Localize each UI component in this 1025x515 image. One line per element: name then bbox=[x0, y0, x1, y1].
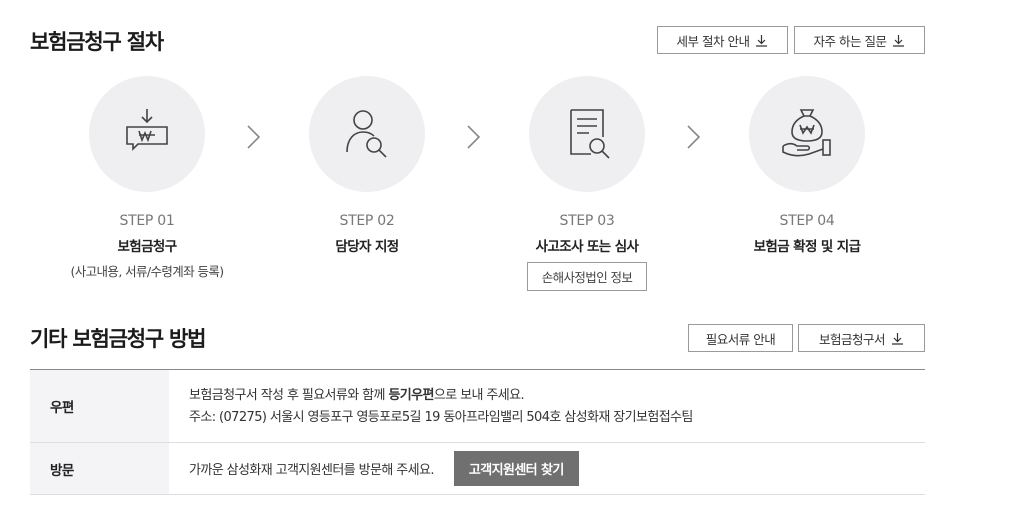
document-review-icon bbox=[570, 109, 610, 159]
adjuster-info-button[interactable]: 손해사정법인 정보 bbox=[526, 262, 648, 291]
claim-form-label: 보험금청구서 bbox=[818, 331, 886, 347]
step-1-circle bbox=[89, 76, 205, 192]
step-1-name: 보험금청구 bbox=[117, 239, 177, 255]
step-2-name: 담당자 지정 bbox=[335, 239, 399, 255]
step-3-number: STEP 03 bbox=[559, 213, 615, 229]
detail-procedure-label: 세부 절차 안내 bbox=[676, 33, 750, 49]
other-methods-table: 우편 보험금청구서 작성 후 필요서류와 함께 등기우편으로 보내 주세요. 주… bbox=[30, 369, 925, 495]
registered-mail-emphasis: 등기우편 bbox=[388, 388, 434, 403]
visit-instruction: 가까운 삼성화재 고객지원센터를 방문해 주세요. bbox=[189, 463, 434, 478]
step-3-circle bbox=[529, 76, 645, 192]
step-4-number: STEP 04 bbox=[779, 213, 835, 229]
step-2-circle bbox=[309, 76, 425, 192]
step-3-name: 사고조사 또는 심사 bbox=[535, 239, 639, 255]
step-4: STEP 04 보험금 확정 및 지급 bbox=[692, 76, 922, 255]
download-icon bbox=[892, 332, 903, 345]
mail-instruction-post: 으로 보내 주세요. bbox=[433, 388, 525, 403]
download-icon bbox=[893, 34, 905, 47]
step-2: STEP 02 담당자 지정 bbox=[252, 76, 482, 255]
step-2-number: STEP 02 bbox=[339, 213, 395, 229]
money-bag-hand-icon bbox=[782, 109, 831, 157]
mail-label: 우편 bbox=[30, 370, 169, 442]
required-docs-button[interactable]: 필요서류 안내 bbox=[688, 324, 793, 352]
visit-content: 가까운 삼성화재 고객지원센터를 방문해 주세요. 고객지원센터 찾기 bbox=[169, 443, 925, 494]
download-icon bbox=[756, 34, 768, 47]
procedure-title: 보험금청구 절차 bbox=[30, 30, 164, 54]
step-4-name: 보험금 확정 및 지급 bbox=[753, 239, 861, 255]
mail-instruction-pre: 보험금청구서 작성 후 필요서류와 함께 bbox=[189, 388, 389, 403]
step-1-description: (사고내용, 서류/수령계좌 등록) bbox=[70, 264, 224, 279]
visit-label: 방문 bbox=[30, 443, 169, 494]
claim-form-button[interactable]: 보험금청구서 bbox=[798, 324, 925, 352]
required-docs-label: 필요서류 안내 bbox=[705, 331, 776, 347]
mail-address: 주소: (07275) 서울시 영등포구 영등포로5길 19 동아프라임밸리 5… bbox=[189, 410, 693, 425]
table-row-visit: 방문 가까운 삼성화재 고객지원센터를 방문해 주세요. 고객지원센터 찾기 bbox=[30, 443, 925, 495]
step-3: STEP 03 사고조사 또는 심사 손해사정법인 정보 bbox=[472, 76, 702, 291]
faq-label: 자주 하는 질문 bbox=[813, 33, 887, 49]
detail-procedure-button[interactable]: 세부 절차 안내 bbox=[657, 26, 788, 54]
other-methods-title: 기타 보험금청구 방법 bbox=[30, 327, 207, 351]
step-1: STEP 01 보험금청구 (사고내용, 서류/수령계좌 등록) bbox=[32, 76, 262, 280]
faq-button[interactable]: 자주 하는 질문 bbox=[794, 26, 925, 54]
step-1-number: STEP 01 bbox=[119, 213, 175, 229]
mail-content: 보험금청구서 작성 후 필요서류와 함께 등기우편으로 보내 주세요. 주소: … bbox=[169, 370, 925, 442]
person-search-icon bbox=[346, 110, 387, 158]
mail-instruction: 보험금청구서 작성 후 필요서류와 함께 등기우편으로 보내 주세요. bbox=[189, 385, 925, 407]
money-transfer-icon bbox=[126, 109, 168, 151]
step-4-circle bbox=[749, 76, 865, 192]
find-center-button[interactable]: 고객지원센터 찾기 bbox=[453, 451, 579, 486]
table-row-mail: 우편 보험금청구서 작성 후 필요서류와 함께 등기우편으로 보내 주세요. 주… bbox=[30, 370, 925, 443]
